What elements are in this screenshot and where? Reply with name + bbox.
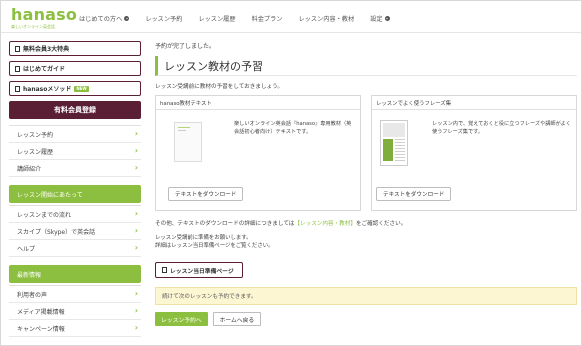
sidebar-item-campaign[interactable]: キャンペーン情報 › — [9, 320, 141, 337]
sidebar-list-main: レッスン予約 › レッスン履歴 › 講師紹介 › — [9, 125, 141, 177]
card-heading: hanaso教材テキスト — [156, 96, 360, 110]
chevron-right-icon: › — [134, 146, 138, 155]
chevron-right-icon: › — [134, 289, 138, 298]
sidebar-item-media[interactable]: メディア掲載情報 › — [9, 303, 141, 320]
sidebar-list-getting-started: レッスンまでの流れ › スカイプ（Skype）で英会話 › ヘルプ › — [9, 205, 141, 257]
main-content: 予約が完了しました。 レッスン教材の予習 レッスン受講前に教材の予習をしておきま… — [155, 41, 577, 326]
lesson-day-prep-button[interactable]: レッスン当日準備ページ — [155, 262, 243, 278]
prep-line: レッスン受講前に準備をお願いします。 — [155, 235, 252, 241]
nav-item-label: 設定 — [370, 16, 383, 23]
card-heading: レッスンでよく使うフレーズ集 — [372, 96, 576, 110]
chevron-right-icon: › — [134, 243, 138, 252]
sidebar-item-teachers[interactable]: 講師紹介 › — [9, 160, 141, 177]
sidebar-item-label: 利用者の声 — [17, 291, 48, 299]
nav-item-lesson-history[interactable]: レッスン履歴 — [198, 14, 235, 23]
logo-tagline: 楽しいオンライン英会話 — [11, 24, 55, 29]
chevron-down-icon — [124, 16, 130, 21]
chevron-right-icon: › — [134, 323, 138, 332]
nav-item-label: レッスン予約 — [145, 16, 183, 23]
sidebar-section-news: 最新情報 — [9, 265, 141, 283]
sidebar-item-voices[interactable]: 利用者の声 › — [9, 286, 141, 303]
phrasebook-thumbnail — [380, 120, 408, 166]
download-info: その他、テキストのダウンロードの詳細につきましては【レッスン内容・教材】をご確認… — [155, 219, 577, 227]
sidebar-item-label: レッスン履歴 — [17, 148, 54, 156]
document-icon — [15, 45, 20, 52]
new-badge: NEW — [74, 85, 89, 92]
card-description: 楽しいオンライン英会話『hanaso』専用教材（英会話初心者向け）テキストです。 — [234, 121, 352, 135]
next-lesson-notice: 続けて次のレッスンも予約できます。 — [155, 287, 577, 305]
preparation-text: レッスン受講前に準備をお願いします。 詳細はレッスン当日準備ページをご覧ください… — [155, 234, 577, 250]
chevron-down-icon — [384, 16, 390, 21]
nav-item-pricing[interactable]: 料金プラン — [252, 14, 283, 23]
sidebar-item-lesson-reserve[interactable]: レッスン予約 › — [9, 126, 141, 143]
sidebar-list-news: 利用者の声 › メディア掲載情報 › キャンペーン情報 › — [9, 285, 141, 337]
textbook-thumbnail — [174, 122, 202, 162]
free-member-benefits-button[interactable]: 無料会員3大特典 — [9, 41, 141, 56]
info-prefix: その他、テキストのダウンロードの詳細につきましては — [155, 221, 295, 227]
document-icon — [162, 267, 167, 273]
sidebar-item-label: スカイプ（Skype）で英会話 — [17, 228, 96, 236]
sidebar-item-label: レッスンまでの流れ — [17, 211, 72, 219]
prep-line: 詳細はレッスン当日準備ページをご覧ください。 — [155, 243, 274, 249]
download-textbook-button[interactable]: テキストをダウンロード — [168, 187, 244, 201]
sidebar-item-label: キャンペーン情報 — [17, 325, 65, 333]
nav-item-label: レッスン内容・教材 — [298, 16, 355, 23]
page-frame: hanaso 楽しいオンライン英会話 はじめての方へ レッスン予約 レッスン履歴… — [0, 0, 582, 346]
logo-wordmark: hanaso — [11, 5, 78, 24]
back-home-button[interactable]: ホームへ戻る — [212, 312, 262, 326]
sidebar-item-lesson-flow[interactable]: レッスンまでの流れ › — [9, 206, 141, 223]
hanaso-logo[interactable]: hanaso 楽しいオンライン英会話 — [11, 5, 78, 30]
sidebar-item-label: レッスン予約 — [17, 131, 54, 139]
download-phrasebook-button[interactable]: テキストをダウンロード — [376, 187, 452, 201]
nav-item-beginners[interactable]: はじめての方へ — [79, 14, 130, 23]
action-buttons: レッスン予約へ ホームへ戻る — [155, 312, 577, 326]
material-cards: hanaso教材テキスト 楽しいオンライン英会話『hanaso』専用教材（英会話… — [155, 95, 577, 211]
sidebar-item-lesson-history[interactable]: レッスン履歴 › — [9, 143, 141, 160]
prep-button-label: レッスン当日準備ページ — [170, 268, 234, 275]
reservation-complete-message: 予約が完了しました。 — [155, 43, 216, 50]
side-btn-label: はじめてガイド — [23, 66, 66, 73]
chevron-right-icon: › — [134, 163, 138, 172]
sidebar-item-label: ヘルプ — [17, 245, 36, 253]
paid-member-signup-button[interactable]: 有料会員登録 — [9, 101, 141, 119]
material-card-textbook: hanaso教材テキスト 楽しいオンライン英会話『hanaso』専用教材（英会話… — [155, 95, 361, 211]
nav-item-label: 料金プラン — [251, 16, 283, 23]
nav-item-settings[interactable]: 設定 — [370, 14, 390, 23]
material-card-phrases: レッスンでよく使うフレーズ集 レッスン内で、覚えておくと役に立つフレーズや講師が… — [371, 95, 577, 211]
page-title: レッスン教材の予習 — [155, 56, 577, 76]
sidebar-item-label: 講師紹介 — [17, 165, 42, 173]
sidebar: 無料会員3大特典 はじめてガイド hanasoメソッド NEW 有料会員登録 レ… — [9, 41, 141, 337]
info-suffix: をご確認ください。 — [355, 221, 407, 227]
document-icon — [15, 65, 20, 72]
nav-item-lesson-reserve[interactable]: レッスン予約 — [145, 14, 182, 23]
chevron-right-icon: › — [134, 129, 138, 138]
chevron-right-icon: › — [134, 209, 138, 218]
global-nav: はじめての方へ レッスン予約 レッスン履歴 料金プラン レッスン内容・教材 設定 — [79, 14, 406, 23]
document-icon — [15, 85, 20, 92]
nav-item-label: はじめての方へ — [79, 16, 123, 23]
nav-item-label: レッスン履歴 — [198, 16, 236, 23]
site-header: hanaso 楽しいオンライン英会話 はじめての方へ レッスン予約 レッスン履歴… — [1, 1, 581, 33]
sidebar-item-skype[interactable]: スカイプ（Skype）で英会話 › — [9, 223, 141, 240]
side-btn-label: hanasoメソッド — [23, 86, 72, 93]
reserve-lesson-button[interactable]: レッスン予約へ — [155, 312, 208, 326]
chevron-right-icon: › — [134, 226, 138, 235]
chevron-right-icon: › — [134, 306, 138, 315]
hanaso-method-button[interactable]: hanasoメソッド NEW — [9, 81, 141, 96]
lesson-materials-link[interactable]: 【レッスン内容・教材】 — [294, 221, 356, 227]
side-btn-label: 無料会員3大特典 — [23, 46, 70, 53]
sidebar-item-label: メディア掲載情報 — [17, 308, 65, 316]
sidebar-item-help[interactable]: ヘルプ › — [9, 240, 141, 257]
page-description: レッスン受講前に教材の予習をしておきましょう。 — [155, 84, 283, 90]
nav-item-lesson-materials[interactable]: レッスン内容・教材 — [299, 14, 355, 23]
sidebar-section-getting-started: レッスン開始にあたって — [9, 185, 141, 203]
card-description: レッスン内で、覚えておくと役に立つフレーズや講師がよく使うフレーズ集です。 — [432, 121, 571, 135]
beginners-guide-button[interactable]: はじめてガイド — [9, 61, 141, 76]
